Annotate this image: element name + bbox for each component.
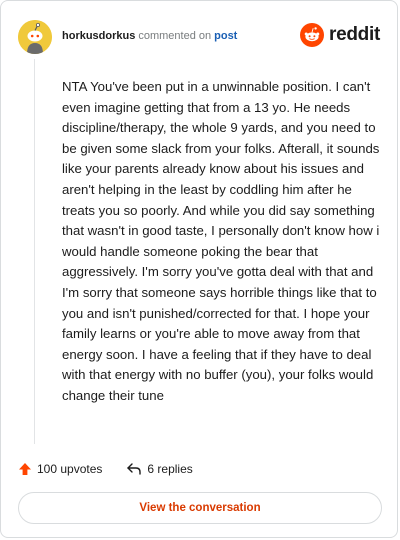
reply-arrow-icon <box>127 463 142 475</box>
user-avatar[interactable] <box>18 20 52 54</box>
reply-count: 6 replies <box>147 462 193 476</box>
username[interactable]: horkusdorkus <box>62 30 135 42</box>
upvote-arrow-icon <box>19 463 31 475</box>
upvote-count: 100 upvotes <box>37 462 103 476</box>
reddit-brand[interactable]: reddit <box>300 22 380 48</box>
comment-footer: 100 upvotes 6 replies <box>18 459 193 479</box>
replies[interactable]: 6 replies <box>126 462 193 476</box>
brand-name: reddit <box>329 24 380 45</box>
comment-meta: horkusdorkus commented on post <box>62 29 237 43</box>
thread-line <box>34 59 35 444</box>
action-text: commented on <box>138 30 212 42</box>
reddit-logo-icon <box>300 23 325 47</box>
comment-header: horkusdorkus commented on post reddit <box>18 18 380 56</box>
post-link[interactable]: post <box>214 30 237 42</box>
view-conversation-button[interactable]: View the conversation <box>18 492 382 524</box>
snoo-avatar-icon <box>18 20 52 54</box>
comment-body: NTA You've been put in a unwinnable posi… <box>62 79 380 403</box>
upvotes[interactable]: 100 upvotes <box>18 462 102 476</box>
comment-card: horkusdorkus commented on post reddit NTA … <box>0 0 398 538</box>
